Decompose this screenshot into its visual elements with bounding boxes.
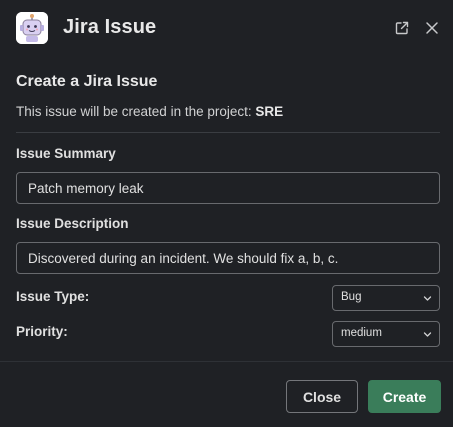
jira-issue-modal: Jira Issue Create a Jira Issue This issu… <box>0 0 453 427</box>
close-icon[interactable] <box>423 19 441 37</box>
chevron-down-icon <box>423 296 432 301</box>
priority-value: medium <box>341 327 382 339</box>
footer-divider <box>0 361 453 362</box>
external-link-icon[interactable] <box>393 19 411 37</box>
divider <box>16 132 440 133</box>
modal-header: Jira Issue <box>0 0 453 58</box>
issue-type-select[interactable]: Bug <box>332 285 440 311</box>
issue-type-value: Bug <box>341 291 362 303</box>
create-button[interactable]: Create <box>368 380 441 413</box>
project-name: SRE <box>255 104 284 119</box>
robot-avatar-icon <box>16 12 48 44</box>
close-button[interactable]: Close <box>286 380 358 413</box>
issue-summary-label: Issue Summary <box>16 146 116 161</box>
priority-label: Priority: <box>16 324 68 339</box>
project-prefix: This issue will be created in the projec… <box>16 104 256 119</box>
issue-type-label: Issue Type: <box>16 289 90 304</box>
issue-description-input[interactable] <box>16 242 440 274</box>
modal-title: Jira Issue <box>63 16 157 38</box>
issue-summary-input[interactable] <box>16 172 440 204</box>
section-title: Create a Jira Issue <box>16 73 158 90</box>
issue-description-label: Issue Description <box>16 216 129 231</box>
chevron-down-icon <box>423 332 432 337</box>
project-info: This issue will be created in the projec… <box>16 104 283 119</box>
priority-select[interactable]: medium <box>332 321 440 347</box>
